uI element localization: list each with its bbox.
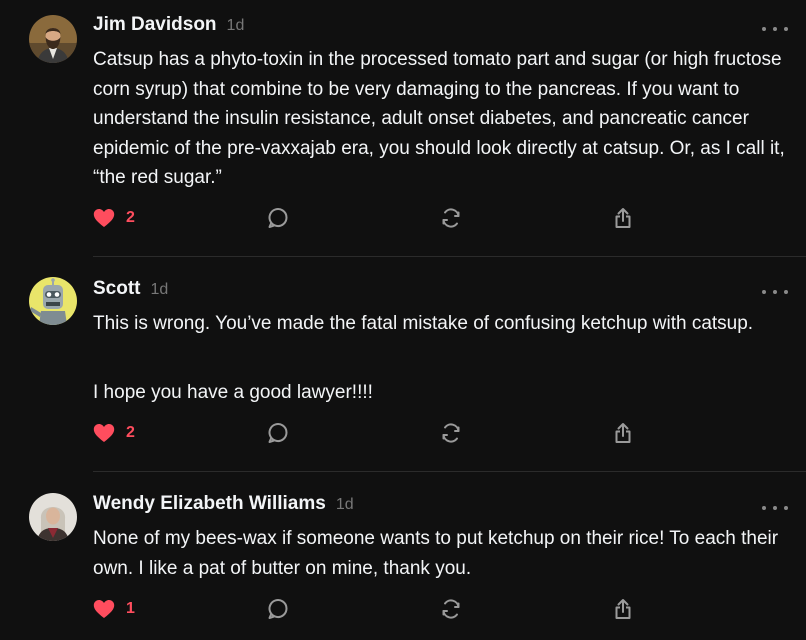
comment-time[interactable]: 1d bbox=[227, 17, 245, 35]
like-count: 2 bbox=[126, 424, 135, 441]
repost-icon bbox=[442, 423, 460, 443]
more-icon[interactable] bbox=[762, 503, 788, 513]
comment-actions: 2 bbox=[92, 206, 652, 230]
share-icon bbox=[615, 423, 631, 443]
share-icon bbox=[615, 599, 631, 619]
more-icon[interactable] bbox=[762, 287, 788, 297]
comment-time[interactable]: 1d bbox=[336, 496, 354, 514]
comment-text: This is wrong. You’ve made the fatal mis… bbox=[93, 313, 754, 334]
comment-button[interactable] bbox=[266, 421, 290, 445]
comment-header: Scott 1d bbox=[93, 278, 168, 306]
share-button[interactable] bbox=[611, 206, 635, 230]
like-button[interactable]: 2 bbox=[92, 421, 135, 445]
comment-button[interactable] bbox=[266, 597, 290, 621]
author-name[interactable]: Scott bbox=[93, 278, 141, 300]
share-button[interactable] bbox=[611, 421, 635, 445]
author-name[interactable]: Jim Davidson bbox=[93, 14, 217, 36]
avatar[interactable] bbox=[29, 277, 77, 325]
comment-text: None of my bees-wax if someone wants to … bbox=[93, 528, 779, 579]
heart-icon bbox=[93, 600, 115, 618]
comment-header: Jim Davidson 1d bbox=[93, 14, 244, 42]
repost-button[interactable] bbox=[439, 597, 463, 621]
divider bbox=[93, 471, 806, 472]
like-count: 1 bbox=[126, 600, 135, 617]
repost-button[interactable] bbox=[439, 421, 463, 445]
repost-icon bbox=[442, 208, 460, 228]
like-button[interactable]: 1 bbox=[92, 597, 135, 621]
author-name[interactable]: Wendy Elizabeth Williams bbox=[93, 493, 326, 515]
comment-icon bbox=[268, 423, 288, 443]
repost-icon bbox=[442, 599, 460, 619]
like-count: 2 bbox=[126, 209, 135, 226]
heart-icon bbox=[93, 424, 115, 442]
comment-feed: Jim Davidson 1d Catsup has a phyto-toxin… bbox=[0, 0, 806, 640]
comment-icon bbox=[268, 599, 288, 619]
comment-text: Catsup has a phyto-toxin in the processe… bbox=[93, 49, 785, 188]
comment-actions: 1 bbox=[92, 597, 652, 621]
comment-text: I hope you have a good lawyer!!!! bbox=[93, 382, 373, 403]
more-icon[interactable] bbox=[762, 24, 788, 34]
repost-button[interactable] bbox=[439, 206, 463, 230]
share-button[interactable] bbox=[611, 597, 635, 621]
avatar[interactable] bbox=[29, 15, 77, 63]
comment-header: Wendy Elizabeth Williams 1d bbox=[93, 493, 354, 521]
avatar[interactable] bbox=[29, 493, 77, 541]
comment-button[interactable] bbox=[266, 206, 290, 230]
comment-icon bbox=[268, 208, 288, 228]
comment-actions: 2 bbox=[92, 421, 652, 445]
heart-icon bbox=[93, 209, 115, 227]
share-icon bbox=[615, 208, 631, 228]
divider bbox=[93, 256, 806, 257]
comment-time[interactable]: 1d bbox=[151, 281, 169, 299]
like-button[interactable]: 2 bbox=[92, 206, 135, 230]
